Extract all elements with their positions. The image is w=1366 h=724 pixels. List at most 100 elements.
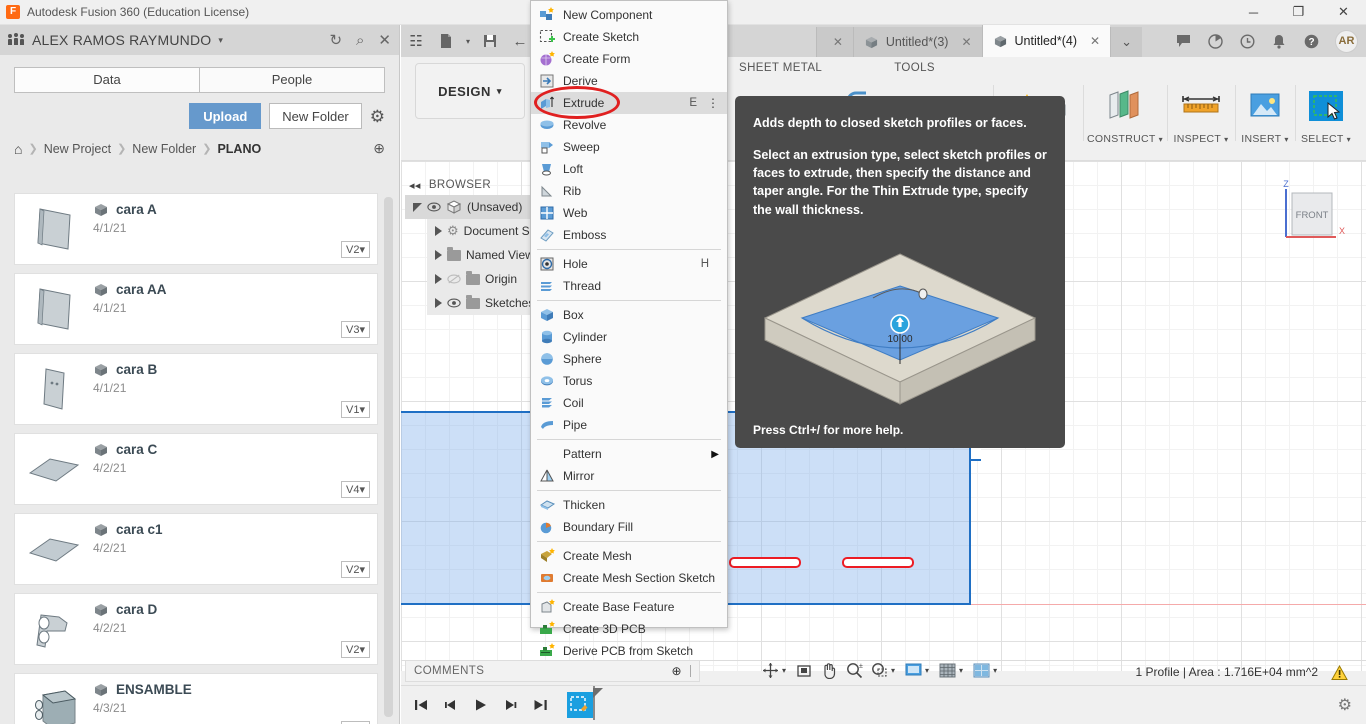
file-dropdown-caret-icon[interactable]: ▾ xyxy=(461,26,475,56)
zoom-window-icon[interactable] xyxy=(868,659,890,681)
menu-item-overflow-icon[interactable]: ⋮ xyxy=(707,97,719,109)
zoom-icon[interactable]: ± xyxy=(843,659,865,681)
job-status-icon[interactable] xyxy=(1199,25,1231,57)
menu-item-box[interactable]: Box xyxy=(531,304,727,326)
notification-bell-icon[interactable] xyxy=(1263,25,1295,57)
collapse-icon[interactable]: ◂◂ xyxy=(409,179,421,192)
timeline-previous-button[interactable] xyxy=(439,693,463,717)
list-item[interactable]: ENSAMBLE 4/3/21 V2▾ xyxy=(14,673,378,724)
visibility-eye-icon[interactable] xyxy=(427,202,441,212)
menu-item-web[interactable]: Web xyxy=(531,202,727,224)
clock-icon[interactable] xyxy=(1231,25,1263,57)
viewcube[interactable]: Z X FRONT xyxy=(1272,179,1346,249)
menu-item-torus[interactable]: Torus xyxy=(531,370,727,392)
menu-item-thicken[interactable]: Thicken xyxy=(531,494,727,516)
minimize-button[interactable]: ─ xyxy=(1231,0,1276,25)
data-panel-scrollbar[interactable] xyxy=(384,197,393,717)
tab-close-extra[interactable]: ✕ xyxy=(815,27,853,57)
menu-item-pattern[interactable]: Pattern ▶ xyxy=(531,443,727,465)
insert-image-icon[interactable] xyxy=(1247,90,1283,122)
menu-item-create-3d-pcb[interactable]: Create 3D PCB xyxy=(531,618,727,640)
ribbon-tab-sheet-metal[interactable]: SHEET METAL xyxy=(719,62,842,74)
timeline-next-button[interactable] xyxy=(499,693,523,717)
timeline-play-button[interactable] xyxy=(469,693,493,717)
menu-item-sweep[interactable]: Sweep xyxy=(531,136,727,158)
sketch-slot[interactable] xyxy=(729,557,801,568)
file-version-badge[interactable]: V2▾ xyxy=(341,561,370,578)
menu-item-create-base-feature[interactable]: Create Base Feature xyxy=(531,596,727,618)
orbit-caret-icon[interactable]: ▾ xyxy=(782,666,786,675)
expand-arrow-icon[interactable] xyxy=(413,202,422,212)
pan-hand-icon[interactable] xyxy=(818,659,840,681)
display-settings-icon[interactable] xyxy=(902,659,924,681)
avatar[interactable]: AR xyxy=(1335,29,1358,53)
search-icon[interactable]: ⌕ xyxy=(356,32,364,49)
timeline-last-button[interactable] xyxy=(529,693,553,717)
file-version-badge[interactable]: V2▾ xyxy=(341,641,370,658)
breadcrumb-plano[interactable]: PLANO xyxy=(217,142,261,156)
timeline-sketch-feature[interactable] xyxy=(567,686,603,720)
breadcrumb-new-project[interactable]: New Project xyxy=(44,142,111,156)
comment-icon[interactable] xyxy=(1167,25,1199,57)
construct-plane-icon[interactable] xyxy=(1107,89,1143,123)
sketch-slot[interactable] xyxy=(842,557,914,568)
expand-arrow-icon[interactable] xyxy=(435,298,442,308)
maximize-button[interactable]: ❐ xyxy=(1276,0,1321,25)
close-panel-icon[interactable]: ✕ xyxy=(378,31,391,49)
menu-item-mirror[interactable]: Mirror xyxy=(531,465,727,487)
close-icon[interactable]: ✕ xyxy=(1090,34,1100,48)
menu-item-revolve[interactable]: Revolve xyxy=(531,114,727,136)
save-icon[interactable] xyxy=(475,26,505,56)
menu-item-boundary-fill[interactable]: Boundary Fill xyxy=(531,516,727,538)
menu-item-create-form[interactable]: Create Form xyxy=(531,48,727,70)
viewports-icon[interactable] xyxy=(970,659,992,681)
menu-item-sphere[interactable]: Sphere xyxy=(531,348,727,370)
close-button[interactable]: ✕ xyxy=(1321,0,1366,25)
menu-item-thread[interactable]: Thread xyxy=(531,275,727,297)
menu-item-derive[interactable]: Derive xyxy=(531,70,727,92)
breadcrumb-new-folder[interactable]: New Folder xyxy=(132,142,196,156)
select-icon[interactable] xyxy=(1307,89,1345,123)
menu-item-rib[interactable]: Rib xyxy=(531,180,727,202)
menu-item-new-component[interactable]: New Component xyxy=(531,4,727,26)
home-icon[interactable]: ⌂ xyxy=(14,141,22,157)
visibility-hidden-icon[interactable] xyxy=(447,274,461,284)
timeline-marker[interactable] xyxy=(587,686,603,720)
tab-overflow-button[interactable]: ⌄ xyxy=(1110,27,1142,57)
list-item[interactable]: cara c1 4/2/21 V2▾ xyxy=(14,513,378,585)
ribbon-group-insert[interactable]: INSERT ▾ xyxy=(1234,79,1295,159)
file-version-badge[interactable]: V2▾ xyxy=(341,241,370,258)
list-item[interactable]: cara D 4/2/21 V2▾ xyxy=(14,593,378,665)
team-dropdown-caret-icon[interactable]: ▾ xyxy=(218,35,223,46)
help-icon[interactable]: ? xyxy=(1295,25,1327,57)
ribbon-tab-tools[interactable]: TOOLS xyxy=(874,62,955,74)
expand-arrow-icon[interactable] xyxy=(435,226,442,236)
list-item[interactable]: cara C 4/2/21 V4▾ xyxy=(14,433,378,505)
expand-arrow-icon[interactable] xyxy=(435,250,442,260)
menu-item-cylinder[interactable]: Cylinder xyxy=(531,326,727,348)
warning-icon[interactable] xyxy=(1331,665,1348,681)
list-item[interactable]: cara A 4/1/21 V2▾ xyxy=(14,193,378,265)
add-comment-icon[interactable]: ⊕ xyxy=(672,664,682,678)
orbit-icon[interactable] xyxy=(759,659,781,681)
document-tab-active[interactable]: Untitled*(4) ✕ xyxy=(981,25,1111,57)
file-version-badge[interactable]: V4▾ xyxy=(341,481,370,498)
measure-icon[interactable] xyxy=(1179,91,1223,121)
document-tab[interactable]: Untitled*(3) ✕ xyxy=(852,27,982,57)
tab-people[interactable]: People xyxy=(200,67,385,93)
file-icon[interactable] xyxy=(431,26,461,56)
new-folder-button[interactable]: New Folder xyxy=(269,103,362,129)
look-at-icon[interactable] xyxy=(793,659,815,681)
list-item[interactable]: cara B 4/1/21 V1▾ xyxy=(14,353,378,425)
menu-item-create-mesh-section-sketch[interactable]: Create Mesh Section Sketch xyxy=(531,567,727,589)
timeline-settings-icon[interactable]: ⚙ xyxy=(1338,695,1352,715)
app-grid-icon[interactable]: ☷ xyxy=(401,26,431,56)
ribbon-group-inspect[interactable]: INSPECT ▾ xyxy=(1166,79,1235,159)
close-icon[interactable]: ✕ xyxy=(961,35,971,49)
menu-item-create-sketch[interactable]: Create Sketch xyxy=(531,26,727,48)
grid-caret-icon[interactable]: ▾ xyxy=(959,666,963,675)
expand-arrow-icon[interactable] xyxy=(435,274,442,284)
refresh-icon[interactable]: ↻ xyxy=(329,31,342,49)
comments-bar[interactable]: COMMENTS ⊕ xyxy=(405,660,700,682)
menu-item-coil[interactable]: Coil xyxy=(531,392,727,414)
